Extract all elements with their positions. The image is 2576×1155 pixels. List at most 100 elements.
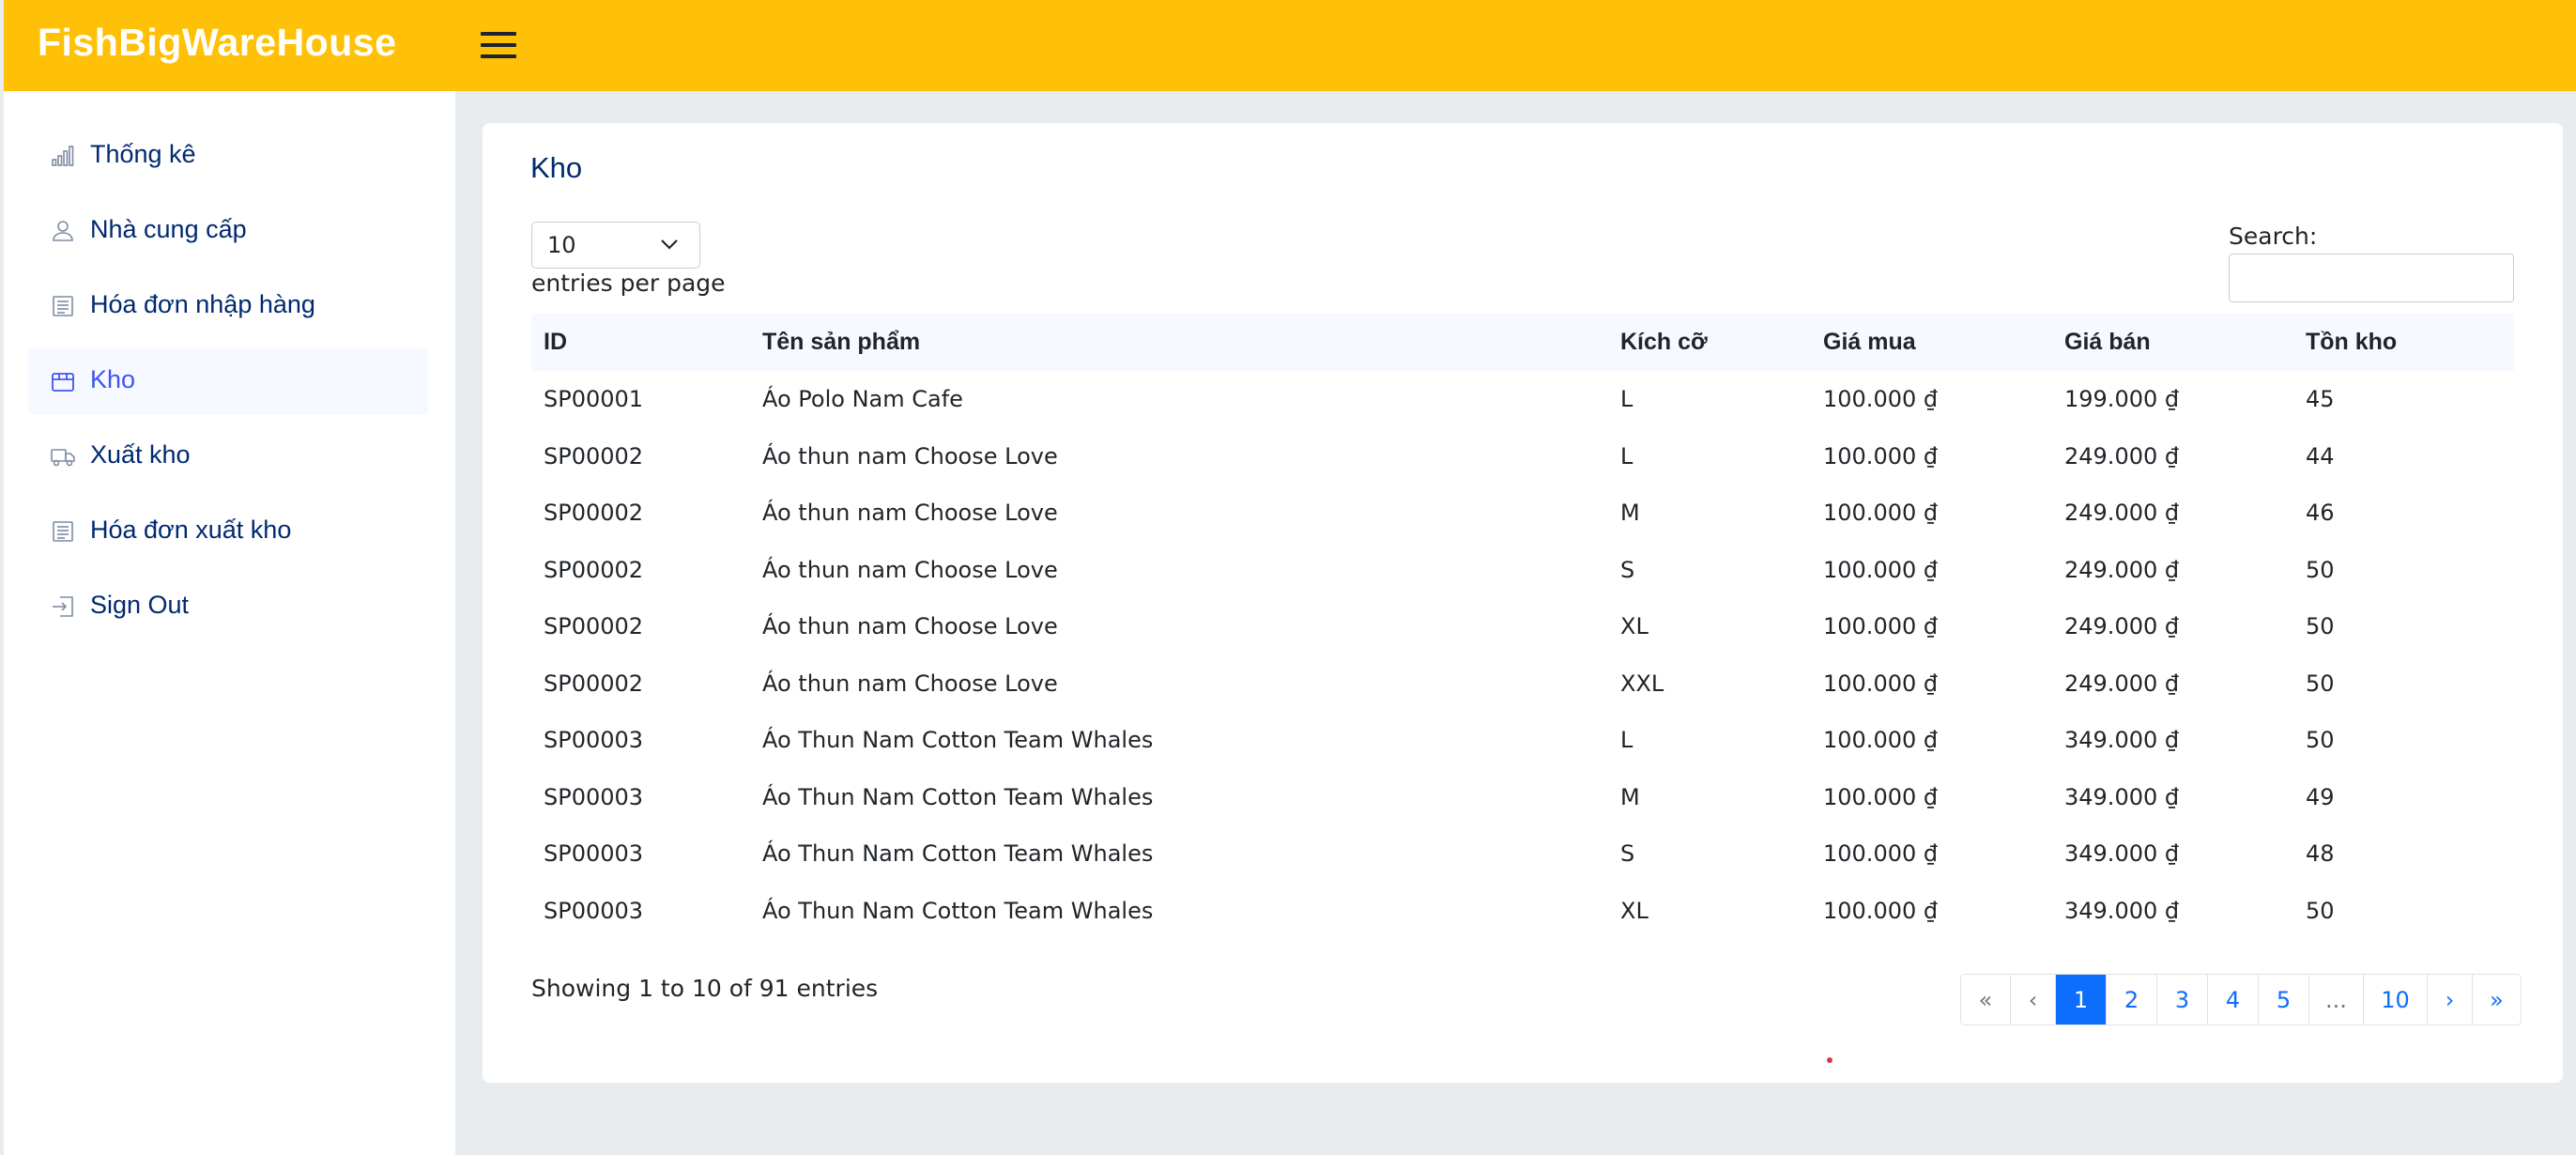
cell-stock: 50 [2306,670,2335,697]
cell-buy-price: 100.000 ₫ [1823,897,1939,924]
cell-stock: 50 [2306,556,2335,583]
cell-size: XL [1620,897,1648,924]
cell-product-name: Áo thun nam Choose Love [762,670,1058,697]
page-1-button[interactable]: 1 [2055,975,2106,1024]
column-header-product-name[interactable]: Tên sản phẩm [762,329,920,356]
table-row: SP00003 Áo Thun Nam Cotton Team Whales L 10… [531,712,2514,769]
search-input[interactable] [2229,254,2514,302]
cell-product-name: Áo thun nam Choose Love [762,613,1058,639]
cell-stock: 44 [2306,442,2335,470]
cell-id: SP00002 [544,670,644,697]
sidebar-item-hoa-don-xuat-kho[interactable]: Hóa đơn xuất kho [28,498,428,565]
column-header-size[interactable]: Kích cỡ [1620,329,1708,356]
sidebar-item-kho[interactable]: Kho [28,347,428,415]
cell-id: SP00002 [544,500,644,526]
cell-sell-price: 249.000 ₫ [2064,670,2180,697]
hamburger-menu-icon[interactable] [481,29,516,61]
entries-per-page-select[interactable]: 10 [531,222,700,269]
sidebar-item-xuat-kho[interactable]: Xuất kho [28,423,428,490]
cell-size: M [1620,500,1640,526]
page-prev-button[interactable]: ‹ [2010,975,2055,1024]
cell-id: SP00001 [544,386,644,412]
truck-icon [51,449,75,467]
page-4-button[interactable]: 4 [2207,975,2258,1024]
cell-product-name: Áo thun nam Choose Love [762,442,1058,470]
sidebar-item-label: Hóa đơn nhập hàng [90,290,315,318]
sidebar-item-label: Thống kê [90,140,196,168]
table-row: SP00002 Áo thun nam Choose Love M 100.000 ₫… [531,485,2514,542]
cell-size: XL [1620,613,1648,639]
cell-sell-price: 349.000 ₫ [2064,727,2180,753]
sidebar-item-sign-out[interactable]: Sign Out [28,573,428,640]
table-header: ID Tên sản phẩm Kích cỡ Giá mua Giá bán … [531,314,2514,371]
cell-sell-price: 249.000 ₫ [2064,500,2180,526]
cell-buy-price: 100.000 ₫ [1823,783,1939,810]
cell-size: L [1620,727,1633,753]
table-row: SP00003 Áo Thun Nam Cotton Team Whales M 10… [531,769,2514,826]
sign-out-icon [53,596,73,617]
bar-chart-icon [52,146,74,166]
page-10-button[interactable]: 10 [2363,975,2427,1024]
cell-size: L [1620,442,1633,470]
cell-sell-price: 199.000 ₫ [2064,386,2180,412]
cell-sell-price: 349.000 ₫ [2064,783,2180,810]
column-header-stock[interactable]: Tồn kho [2306,329,2397,356]
cell-stock: 48 [2306,840,2335,867]
page-3-button[interactable]: 3 [2156,975,2207,1024]
table-row: SP00002 Áo thun nam Choose Love XXL 100.000… [531,655,2514,713]
cell-buy-price: 100.000 ₫ [1823,442,1939,470]
cell-size: S [1620,840,1635,867]
page-5-button[interactable]: 5 [2258,975,2308,1024]
table-row: SP00002 Áo thun nam Choose Love L 100.000 ₫… [531,428,2514,485]
sidebar-item-label: Sign Out [90,591,190,619]
cell-sell-price: 349.000 ₫ [2064,897,2180,924]
table-row: SP00003 Áo Thun Nam Cotton Team Whales S 10… [531,825,2514,883]
cell-size: S [1620,556,1635,583]
cell-product-name: Áo Polo Nam Cafe [762,386,963,412]
cell-stock: 46 [2306,500,2335,526]
cell-id: SP00002 [544,442,644,470]
cell-buy-price: 100.000 ₫ [1823,670,1939,697]
cell-stock: 49 [2306,783,2335,810]
page-next-button[interactable]: › [2427,975,2472,1024]
cell-sell-price: 249.000 ₫ [2064,442,2180,470]
page-first-button[interactable]: « [1961,975,2010,1024]
cell-product-name: Áo Thun Nam Cotton Team Whales [762,897,1154,924]
receipt-icon [53,521,73,542]
cell-sell-price: 249.000 ₫ [2064,556,2180,583]
red-dot-marker [1827,1057,1832,1063]
sidebar-item-thong-ke[interactable]: Thống kê [28,122,428,190]
inventory-card: Kho 10 entries per page Search: ID Tên s… [483,123,2563,1083]
cell-stock: 50 [2306,727,2335,753]
table-info: Showing 1 to 10 of 91 entries [531,975,879,1002]
cell-id: SP00002 [544,556,644,583]
column-header-buy-price[interactable]: Giá mua [1823,329,1916,356]
entries-per-page-label: entries per page [531,270,726,297]
page-title: Kho [530,151,583,184]
page-2-button[interactable]: 2 [2106,975,2156,1024]
top-header: FishBigWareHouse [4,0,2576,91]
sidebar-item-nha-cung-cap[interactable]: Nhà cung cấp [28,197,428,265]
cell-id: SP00003 [544,727,644,753]
inventory-table: ID Tên sản phẩm Kích cỡ Giá mua Giá bán … [531,314,2514,939]
page-last-button[interactable]: » [2472,975,2521,1024]
box-icon [52,373,74,392]
column-header-sell-price[interactable]: Giá bán [2064,329,2151,356]
chevron-down-icon [661,239,678,250]
cell-id: SP00003 [544,897,644,924]
cell-size: M [1620,783,1640,810]
column-header-id[interactable]: ID [544,329,567,356]
cell-buy-price: 100.000 ₫ [1823,613,1939,639]
cell-buy-price: 100.000 ₫ [1823,727,1939,753]
brand-logo[interactable]: FishBigWareHouse [38,21,396,65]
page-ellipsis: ... [2308,975,2363,1024]
sidebar-item-label: Nhà cung cấp [90,215,247,243]
person-icon [53,221,73,241]
entries-per-page-value: 10 [547,232,576,258]
cell-size: XXL [1620,670,1664,697]
cell-stock: 50 [2306,613,2335,639]
cell-id: SP00002 [544,613,644,639]
cell-id: SP00003 [544,783,644,810]
sidebar-item-hoa-don-nhap-hang[interactable]: Hóa đơn nhập hàng [28,272,428,340]
cell-product-name: Áo Thun Nam Cotton Team Whales [762,783,1154,810]
